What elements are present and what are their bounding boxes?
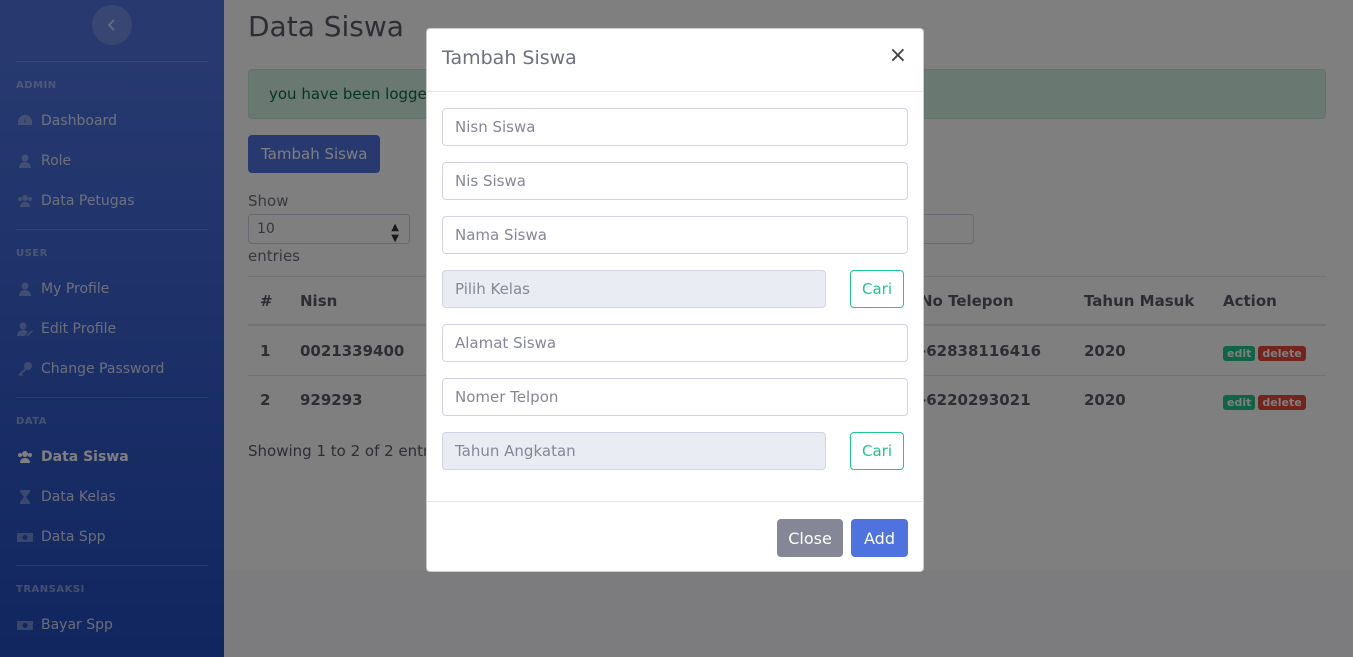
tambah-siswa-modal: Tambah Siswa × Nisn Siswa Nis Siswa Nama… [426, 28, 924, 572]
cari-tahun-button[interactable]: Cari [850, 432, 904, 470]
tahun-angkatan-field[interactable]: Tahun Angkatan [442, 432, 826, 470]
nama-field[interactable]: Nama Siswa [442, 216, 908, 254]
modal-footer: Close Add [427, 501, 923, 573]
nisn-field[interactable]: Nisn Siswa [442, 108, 908, 146]
modal-header: Tambah Siswa × [427, 29, 923, 92]
telpon-field[interactable]: Nomer Telpon [442, 378, 908, 416]
modal-title: Tambah Siswa [442, 47, 577, 69]
add-button[interactable]: Add [851, 519, 908, 557]
close-button[interactable]: Close [777, 519, 843, 557]
alamat-field[interactable]: Alamat Siswa [442, 324, 908, 362]
kelas-field[interactable]: Pilih Kelas [442, 270, 826, 308]
close-icon[interactable]: × [889, 45, 907, 67]
nis-field[interactable]: Nis Siswa [442, 162, 908, 200]
cari-kelas-button[interactable]: Cari [850, 270, 904, 308]
